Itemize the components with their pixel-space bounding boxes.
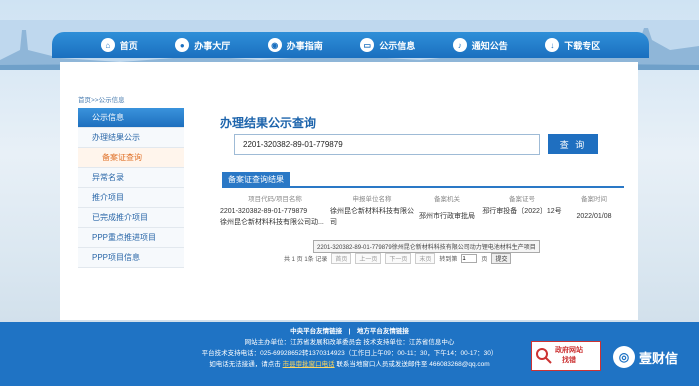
home-icon: ⌂ (100, 38, 115, 52)
nav-home-label: 首页 (119, 40, 138, 51)
window-phone-link[interactable]: 市县审批窗口电话 (283, 361, 335, 368)
sidebar-item-ppp-info[interactable]: PPP项目信息 (78, 248, 184, 268)
cell-unit: 徐州昆仑新材料科技有限公司 (330, 208, 414, 226)
guide-icon: ◉ (267, 38, 282, 52)
sidebar-item-result-publicity[interactable]: 办理结果公示 (78, 128, 184, 148)
main-area: 办理结果公示查询 查 询 备案证查询结果 项目代码/项目名称 申报单位名称 备案… (220, 114, 630, 264)
cell-agency: 邳州市行政审批局 (419, 213, 475, 220)
project-name: 徐州昆仑新材料科技有限公司动... (220, 219, 324, 226)
badge-text: 政府网站 找错 (555, 346, 583, 366)
pager-prev[interactable]: 上一页 (355, 253, 382, 264)
search-button[interactable]: 查 询 (548, 134, 598, 154)
breadcrumb[interactable]: 首页>>公示信息 (78, 94, 125, 104)
cell-project[interactable]: 2201-320382-89-01-779879 徐州昆仑新材料科技有限公司动.… (220, 204, 330, 228)
badge-line2: 找错 (562, 357, 576, 364)
pager-info: 共 1 页 1条 记录 (284, 257, 328, 263)
column-header: 备案时间 (581, 196, 607, 203)
wechat-icon: ◎ (613, 346, 635, 368)
column-header: 备案证号 (509, 196, 535, 203)
pager-submit-button[interactable]: 提交 (491, 253, 512, 264)
watermark: ◎ 壹财信 (613, 346, 678, 368)
pagination: 共 1 页 1条 记录 首页 上一页 下一页 末页 转到第 页 提交 (284, 253, 512, 264)
bell-icon: ♪ (452, 38, 467, 52)
search-row: 查 询 (234, 134, 598, 155)
tooltip: 2201-320382-89-01-779879徐州昆仑新材料科技有限公司动力锂… (313, 240, 540, 253)
pager-page-suffix: 页 (481, 257, 488, 263)
footer-links[interactable]: 中央平台友情链接 | 地方平台友情链接 (0, 326, 699, 337)
column-header: 项目代码/项目名称 (248, 196, 302, 203)
cell-cert: 邳行审投备〔2022〕12号 (482, 208, 562, 215)
nav-guide[interactable]: ◉ 办事指南 (267, 38, 323, 52)
main-navigation: ⌂ 首页 ● 办事大厅 ◉ 办事指南 ▭ 公示信息 ♪ 通知公告 ↓ 下载专区 (52, 32, 649, 58)
cell-date: 2022/01/08 (576, 213, 612, 220)
nav-notice-label: 通知公告 (471, 40, 508, 51)
pager-goto-label: 转到第 (439, 257, 458, 263)
search-icon (536, 348, 552, 364)
search-input[interactable] (234, 134, 540, 155)
gov-site-error-badge[interactable]: 政府网站 找错 (531, 341, 601, 371)
nav-download[interactable]: ↓ 下载专区 (545, 38, 600, 52)
badge-line1: 政府网站 (555, 347, 583, 354)
pager-first[interactable]: 首页 (331, 253, 352, 264)
page-title: 办理结果公示查询 (220, 116, 317, 130)
column-header: 备案机关 (434, 196, 460, 203)
nav-download-label: 下载专区 (564, 40, 601, 51)
pager-page-input[interactable] (461, 254, 478, 263)
download-icon: ↓ (545, 38, 560, 52)
content-panel: 首页>>公示信息 公示信息 办理结果公示 备案证查询 异常名录 推介项目 已完成… (60, 62, 638, 320)
sidebar-item-abnormal-list[interactable]: 异常名录 (78, 168, 184, 188)
sidebar-item-completed-promotion[interactable]: 已完成推介项目 (78, 208, 184, 228)
nav-home[interactable]: ⌂ 首页 (100, 38, 138, 52)
sidebar: 公示信息 办理结果公示 备案证查询 异常名录 推介项目 已完成推介项目 PPP重… (78, 108, 184, 268)
sidebar-item-public-info[interactable]: 公示信息 (78, 108, 184, 128)
nav-public-info[interactable]: ▭ 公示信息 (360, 38, 415, 52)
result-table: 项目代码/项目名称 申报单位名称 备案机关 备案证号 备案时间 2201-320… (220, 192, 624, 228)
sidebar-item-ppp-key[interactable]: PPP重点推进项目 (78, 228, 184, 248)
nav-notice[interactable]: ♪ 通知公告 (452, 38, 508, 52)
nav-service-hall[interactable]: ● 办事大厅 (175, 38, 230, 52)
user-icon: ● (175, 38, 190, 52)
table-header-row: 项目代码/项目名称 申报单位名称 备案机关 备案证号 备案时间 (220, 192, 624, 204)
pager-next[interactable]: 下一页 (385, 253, 412, 264)
nav-service-hall-label: 办事大厅 (194, 40, 231, 51)
project-code: 2201-320382-89-01-779879 (220, 208, 308, 215)
result-tab: 备案证查询结果 (222, 172, 290, 188)
table-row[interactable]: 2201-320382-89-01-779879 徐州昆仑新材料科技有限公司动.… (220, 204, 624, 228)
pager-last[interactable]: 末页 (415, 253, 436, 264)
footer-line3-pre: 如电话无法接通，请点击 (209, 361, 281, 368)
display-icon: ▭ (360, 38, 375, 52)
footer-line3-post: 联系当地窗口人员或发送邮件至 466083268@qq.com (336, 361, 490, 368)
result-header: 备案证查询结果 (222, 172, 624, 188)
nav-public-info-label: 公示信息 (379, 40, 416, 51)
nav-guide-label: 办事指南 (286, 40, 323, 51)
sidebar-item-record-query[interactable]: 备案证查询 (78, 148, 184, 168)
column-header: 申报单位名称 (352, 196, 392, 203)
watermark-text: 壹财信 (639, 350, 679, 366)
sidebar-item-promotion[interactable]: 推介项目 (78, 188, 184, 208)
